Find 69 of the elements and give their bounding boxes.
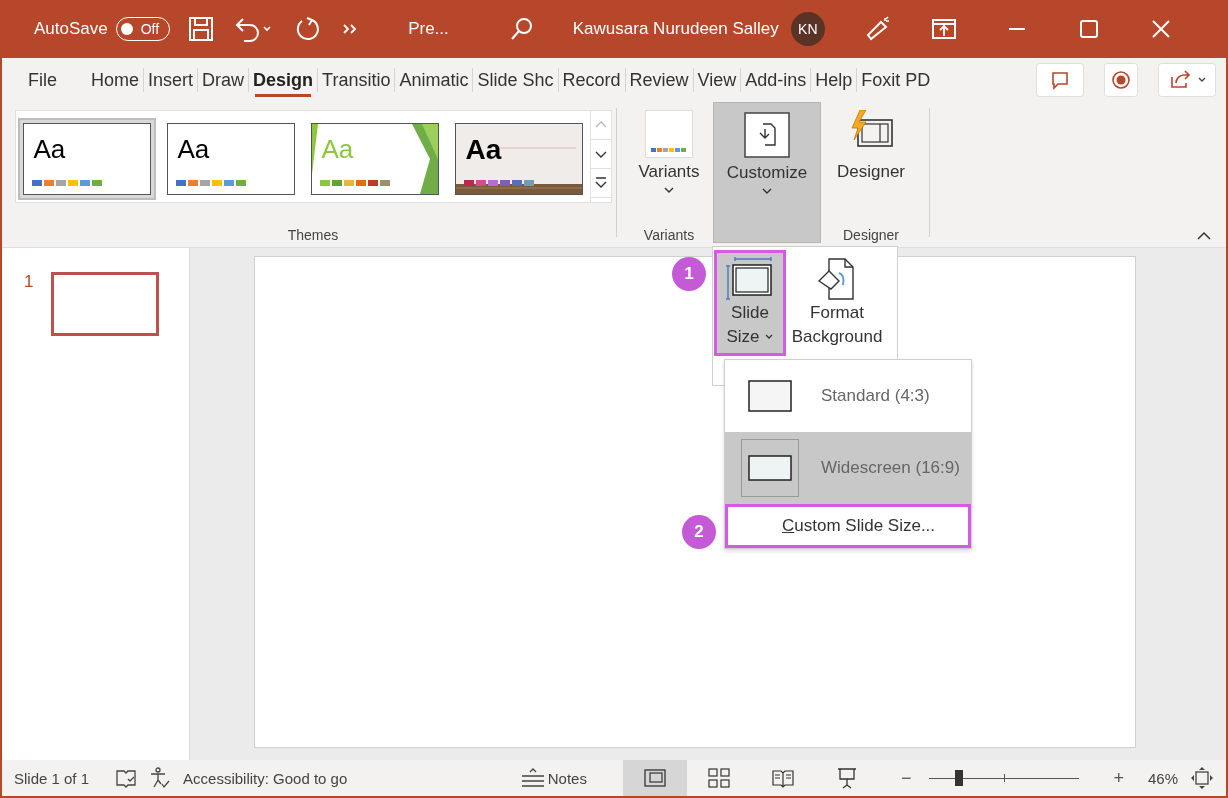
maximize-icon[interactable] — [1078, 19, 1099, 39]
ribbon-tab[interactable]: Draw — [198, 63, 249, 97]
comment-button[interactable] — [1036, 63, 1084, 97]
more-commands-icon[interactable] — [342, 22, 359, 36]
theme-thumbnail[interactable]: Aa — [17, 118, 156, 200]
ribbon-tab[interactable]: Record — [558, 63, 625, 97]
theme-sample-text: Aa — [33, 134, 66, 165]
caret-icon — [762, 187, 772, 195]
variants-thumbnail-icon — [645, 110, 693, 158]
caret-icon — [763, 333, 774, 341]
menu-item[interactable]: Slide Size — [715, 251, 785, 355]
slide-number: 1 — [24, 272, 34, 293]
ribbon-tab[interactable]: View — [693, 63, 741, 97]
ribbon-tab[interactable]: Animatic — [395, 63, 473, 97]
zoom-slider-thumb[interactable] — [955, 770, 964, 786]
accessibility-status[interactable]: Accessibility: Good to go — [183, 769, 348, 787]
zoom-in-button[interactable]: + — [1107, 766, 1130, 790]
caret-icon — [664, 186, 674, 194]
document-title: Pre... — [408, 19, 449, 39]
grid-icon — [707, 768, 730, 788]
variants-button[interactable]: Variants — [632, 102, 706, 198]
ribbon-tab[interactable]: Home — [87, 63, 144, 97]
theme-sample-text: Aa — [321, 134, 354, 165]
slide-count: Slide 1 of 1 — [14, 769, 90, 787]
group-label: Designer — [843, 227, 899, 243]
close-icon[interactable] — [1150, 19, 1171, 39]
customize-button[interactable]: Customize — [713, 102, 821, 243]
custom-slide-size-item[interactable]: Custom Slide Size... — [725, 504, 971, 548]
ribbon-tab[interactable]: Insert — [144, 63, 198, 97]
record-button[interactable] — [1104, 63, 1138, 97]
ribbon-tab[interactable]: Design — [249, 63, 318, 97]
designer-button[interactable]: Designer — [830, 102, 911, 186]
group-label: Themes — [287, 227, 339, 243]
slide-thumbnail[interactable] — [51, 272, 160, 336]
share-button[interactable] — [1158, 63, 1216, 97]
ribbon-tab[interactable]: Foxit PD — [857, 63, 935, 97]
ribbon-tab[interactable]: File — [24, 63, 61, 97]
menu-item[interactable]: Standard (4:3) — [725, 360, 971, 432]
widescreen-slide-icon — [748, 455, 792, 481]
projector-screen-icon — [836, 767, 857, 789]
group-label: Variants — [643, 227, 695, 243]
ribbon-tab[interactable]: Help — [811, 63, 857, 97]
standard-slide-icon — [748, 380, 792, 412]
normal-view-button[interactable] — [622, 760, 687, 796]
book-check-icon[interactable] — [115, 768, 138, 788]
menu-item[interactable]: Format Background — [785, 251, 889, 355]
user-avatar[interactable]: KN — [790, 12, 825, 46]
collapse-ribbon-icon[interactable] — [1196, 231, 1212, 241]
zoom-out-button[interactable]: − — [894, 766, 918, 790]
slide-size-icon — [726, 257, 774, 301]
theme-sample-text: Aa — [177, 134, 210, 165]
user-name: Kawusara Nurudeen Salley — [572, 19, 779, 39]
accessibility-icon[interactable] — [149, 767, 172, 789]
theme-sample-text: Aa — [465, 134, 502, 166]
notes-button[interactable]: Notes — [513, 767, 593, 789]
save-icon[interactable] — [188, 16, 215, 42]
ribbon-tab[interactable]: Transitio — [318, 63, 395, 97]
menu-item[interactable]: Widescreen (16:9) — [725, 432, 971, 504]
ribbon-tab[interactable]: Slide Shc — [473, 63, 558, 97]
notes-icon — [519, 768, 546, 788]
ribbon-tab[interactable]: Review — [625, 63, 693, 97]
search-icon[interactable] — [508, 16, 535, 42]
normal-view-icon — [643, 769, 666, 787]
fit-to-window-icon[interactable] — [1190, 766, 1214, 790]
book-icon — [770, 768, 795, 788]
display-icon[interactable] — [930, 18, 957, 40]
autosave-label: AutoSave — [34, 19, 108, 39]
ribbon-tab[interactable]: Add-ins — [741, 63, 811, 97]
zoom-level[interactable]: 46% — [1147, 769, 1178, 787]
